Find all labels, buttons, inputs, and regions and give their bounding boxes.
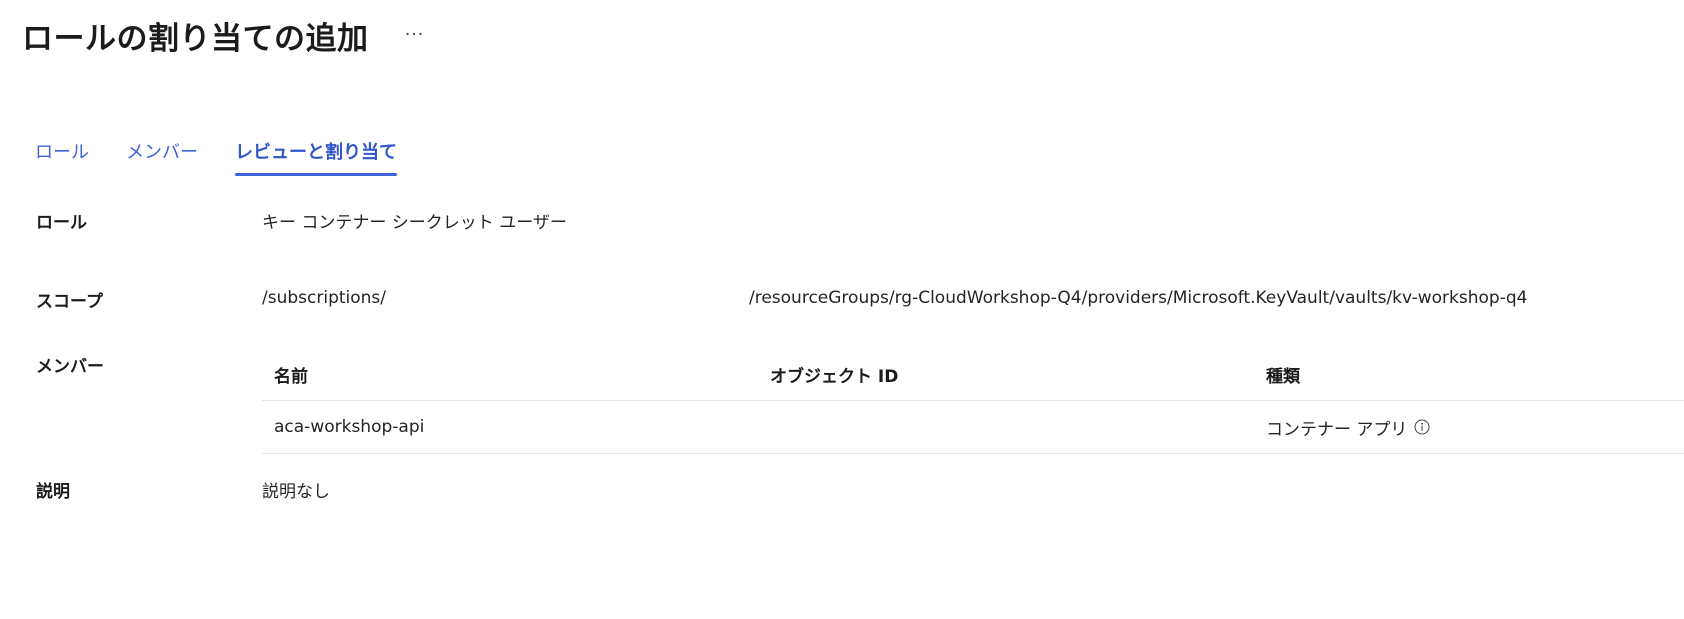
scope-value-suffix: /resourceGroups/rg-CloudWorkshop-Q4/prov… [749, 288, 1528, 308]
scope-value-prefix: /subscriptions/ [262, 288, 387, 308]
description-label: 説明 [36, 482, 70, 502]
column-header-type: 種類 [1266, 366, 1300, 387]
role-label: ロール [36, 213, 87, 233]
more-horizontal-icon: ··· [404, 25, 425, 45]
tab-review-and-assign[interactable]: レビューと割り当て [235, 138, 397, 176]
page-header: ロールの割り当ての追加 ··· [22, 8, 431, 62]
members-label: メンバー [36, 357, 104, 377]
tab-members[interactable]: メンバー [126, 138, 198, 172]
table-row: aca-workshop-api コンテナー アプリ [262, 401, 1684, 454]
column-header-object-id: オブジェクト ID [770, 366, 899, 387]
description-value: 説明なし [262, 482, 330, 502]
members-table: 名前 オブジェクト ID 種類 aca-workshop-api コンテナー ア… [262, 348, 1684, 454]
role-value: キー コンテナー シークレット ユーザー [262, 213, 567, 233]
tab-role[interactable]: ロール [35, 138, 89, 172]
column-header-name: 名前 [274, 366, 308, 387]
table-header: 名前 オブジェクト ID 種類 [262, 348, 1684, 401]
member-type: コンテナー アプリ [1266, 419, 1408, 440]
tab-bar: ロール メンバー レビューと割り当て [35, 138, 434, 176]
member-type-cell: コンテナー アプリ [1266, 401, 1430, 453]
scope-label: スコープ [36, 292, 103, 312]
member-name: aca-workshop-api [274, 417, 425, 437]
info-icon[interactable] [1414, 419, 1430, 435]
more-options-button[interactable]: ··· [399, 19, 431, 51]
page-title: ロールの割り当ての追加 [22, 20, 369, 57]
